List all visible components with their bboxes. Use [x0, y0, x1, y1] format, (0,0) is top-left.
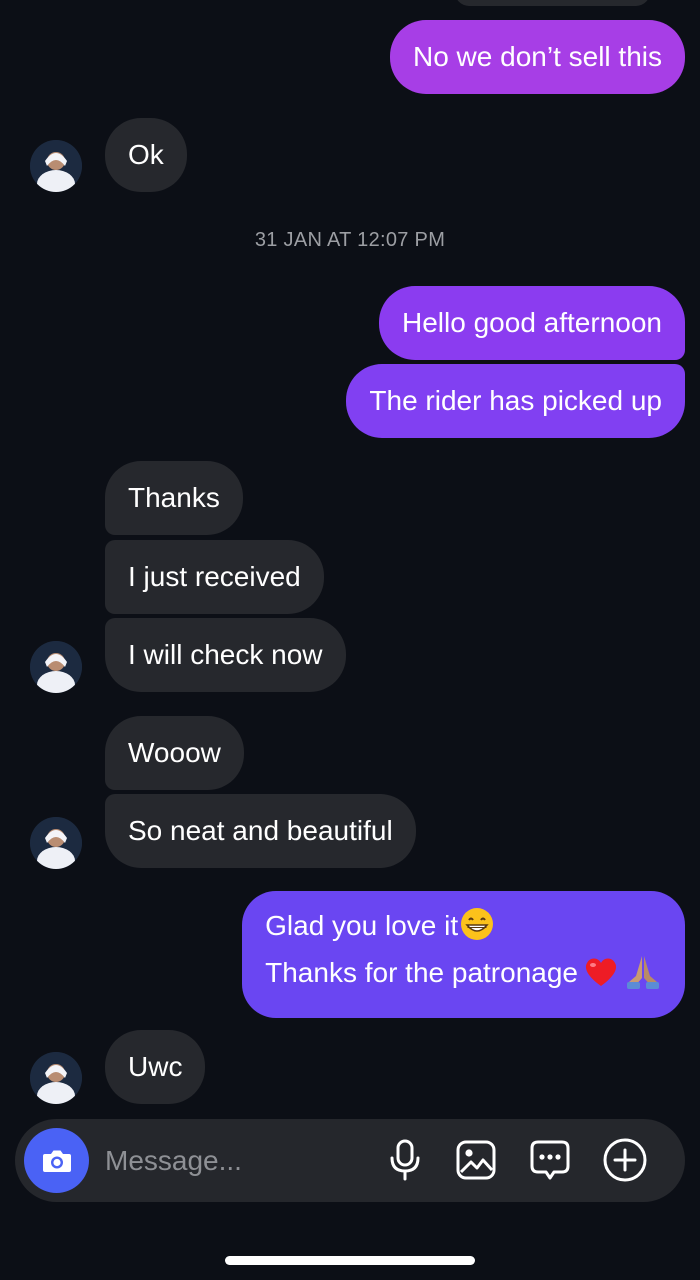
- incoming-message[interactable]: Thanks: [105, 461, 243, 535]
- message-text: Glad you love it: [265, 910, 459, 941]
- message-text: Ok: [128, 139, 164, 170]
- outgoing-message[interactable]: Glad you love it Thanks for the patronag…: [242, 891, 685, 1018]
- sticker-button[interactable]: [527, 1137, 573, 1183]
- message-text: I just received: [128, 561, 301, 592]
- message-input[interactable]: Message...: [105, 1141, 242, 1181]
- message-composer: Message...: [15, 1119, 685, 1202]
- incoming-message[interactable]: So neat and beautiful: [105, 794, 416, 868]
- camera-button[interactable]: [24, 1128, 89, 1193]
- message-text: Hello good afternoon: [402, 307, 662, 338]
- grinning-face-emoji: [460, 907, 494, 952]
- message-text: I will check now: [128, 639, 323, 670]
- outgoing-message[interactable]: No we don’t sell this: [389, 20, 685, 94]
- microphone-button[interactable]: [382, 1137, 428, 1183]
- folded-hands-emoji: [624, 952, 662, 1001]
- microphone-icon: [390, 1139, 420, 1181]
- outgoing-message[interactable]: The rider has picked up: [346, 364, 685, 438]
- camera-icon: [42, 1150, 71, 1172]
- incoming-message[interactable]: Uwc: [105, 1030, 206, 1104]
- incoming-message[interactable]: I will check now: [105, 618, 346, 692]
- home-indicator[interactable]: [225, 1256, 475, 1265]
- message-text: So neat and beautiful: [128, 815, 393, 846]
- incoming-message[interactable]: I just received: [105, 540, 324, 614]
- contact-avatar[interactable]: [30, 140, 82, 192]
- plus-icon: [603, 1138, 647, 1182]
- sticker-icon: [530, 1140, 570, 1180]
- message-line: Glad you love it: [265, 906, 662, 952]
- incoming-message[interactable]: Wooow: [105, 716, 244, 790]
- outgoing-message[interactable]: Hello good afternoon: [379, 286, 685, 360]
- contact-avatar[interactable]: [30, 817, 82, 869]
- message-line: Thanks for the patronage: [265, 952, 662, 1001]
- message-text: The rider has picked up: [369, 385, 662, 416]
- incoming-message[interactable]: Ok: [105, 118, 187, 192]
- message-text: Thanks for the patronage: [265, 957, 578, 988]
- contact-avatar[interactable]: [30, 641, 82, 693]
- previous-message-bubble: [455, 0, 650, 6]
- message-text: No we don’t sell this: [412, 41, 662, 72]
- message-text: Wooow: [128, 737, 221, 768]
- gallery-button[interactable]: [453, 1137, 499, 1183]
- message-text: Uwc: [128, 1051, 183, 1082]
- gallery-icon: [456, 1140, 496, 1180]
- more-button[interactable]: [602, 1137, 648, 1183]
- date-separator: 31 JAN AT 12:07 PM: [254, 229, 446, 251]
- contact-avatar[interactable]: [30, 1052, 82, 1104]
- message-text: Thanks: [128, 482, 220, 513]
- red-heart-emoji: [584, 956, 618, 999]
